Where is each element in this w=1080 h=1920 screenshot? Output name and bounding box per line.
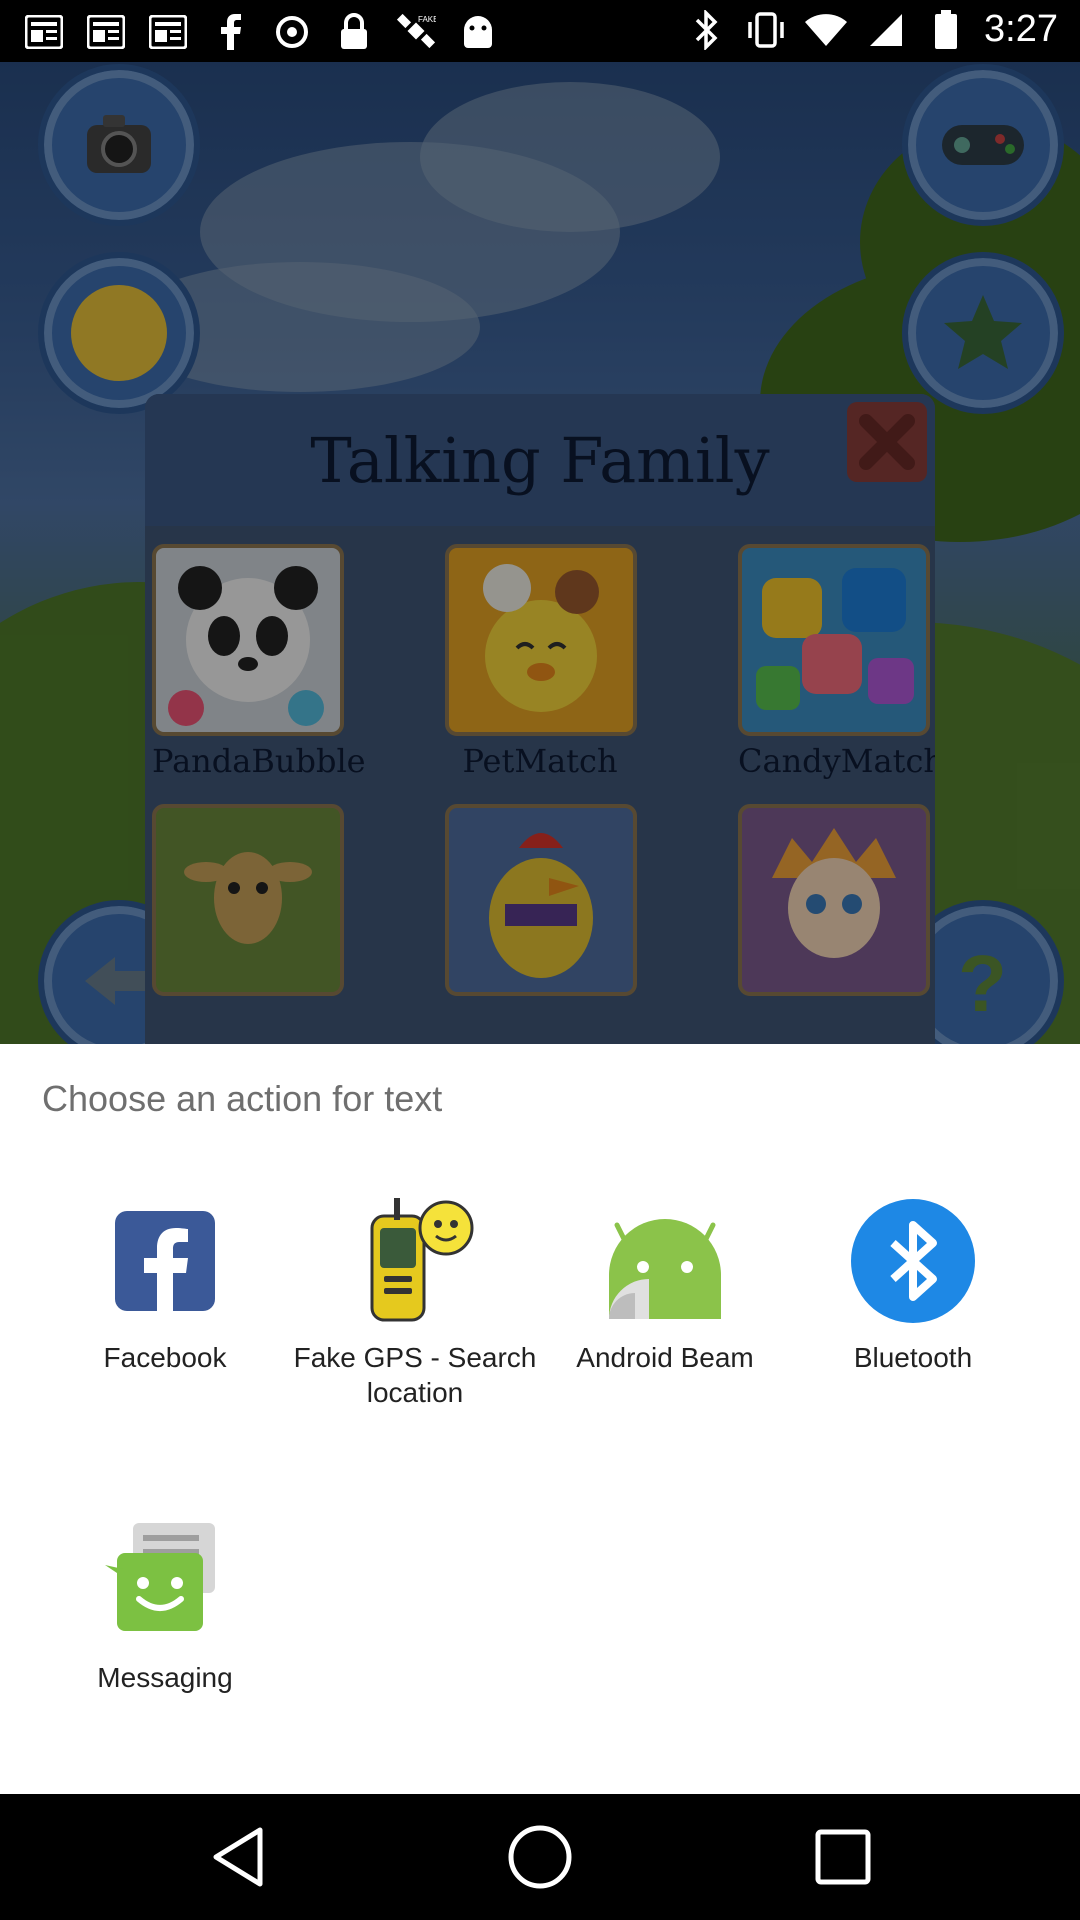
clock: 3:27 — [984, 8, 1058, 50]
share-target-label: Messaging — [97, 1662, 233, 1693]
svg-text:FAKE: FAKE — [418, 15, 436, 24]
status-bar: FAKE 3:27 — [0, 0, 1080, 62]
newspaper-icon — [84, 12, 128, 52]
newspaper-icon — [22, 12, 66, 52]
notification-icons: FAKE — [22, 12, 500, 52]
share-target-label: Facebook — [103, 1342, 227, 1373]
share-target-messaging[interactable]: Messaging — [40, 1516, 290, 1695]
system-icons: 3:27 — [684, 8, 1058, 51]
recents-button[interactable] — [808, 1822, 878, 1892]
back-icon — [213, 1827, 263, 1887]
share-target-label: Bluetooth — [853, 1342, 973, 1373]
facebook-icon — [208, 12, 252, 52]
share-target-label: Android Beam — [576, 1342, 754, 1373]
sync-icon — [270, 12, 314, 52]
satellite-icon: FAKE — [394, 12, 438, 52]
lock-icon — [332, 12, 376, 52]
home-button[interactable] — [505, 1822, 575, 1892]
recents-icon — [815, 1829, 871, 1885]
sheet-title: Choose an action for text — [42, 1078, 443, 1119]
share-target-android-beam[interactable]: Android Beam — [540, 1196, 790, 1375]
signal-icon — [864, 10, 908, 50]
bluetooth-icon — [684, 9, 728, 50]
share-target-label: Fake GPS - Search location — [293, 1342, 537, 1408]
facebook-icon — [100, 1196, 230, 1326]
battery-icon — [924, 9, 968, 50]
gps-device-icon — [350, 1196, 480, 1326]
vibrate-icon — [744, 10, 788, 50]
share-target-bluetooth[interactable]: Bluetooth — [788, 1196, 1038, 1375]
messaging-icon — [100, 1516, 230, 1646]
game-background: ? Talking Family PandaBubble PetMatch Ca… — [0, 62, 1080, 1044]
bluetooth-icon — [848, 1196, 978, 1326]
share-target-fake-gps[interactable]: Fake GPS - Search location — [290, 1196, 540, 1410]
back-button[interactable] — [203, 1822, 273, 1892]
share-target-facebook[interactable]: Facebook — [40, 1196, 290, 1375]
navigation-bar — [0, 1794, 1080, 1920]
wifi-icon — [804, 10, 848, 50]
android-icon — [456, 12, 500, 52]
share-sheet: Choose an action for text Facebook Fake … — [0, 1044, 1080, 1794]
dim-overlay — [0, 62, 1080, 1044]
newspaper-icon — [146, 12, 190, 52]
home-icon — [508, 1825, 572, 1889]
android-beam-icon — [600, 1196, 730, 1326]
